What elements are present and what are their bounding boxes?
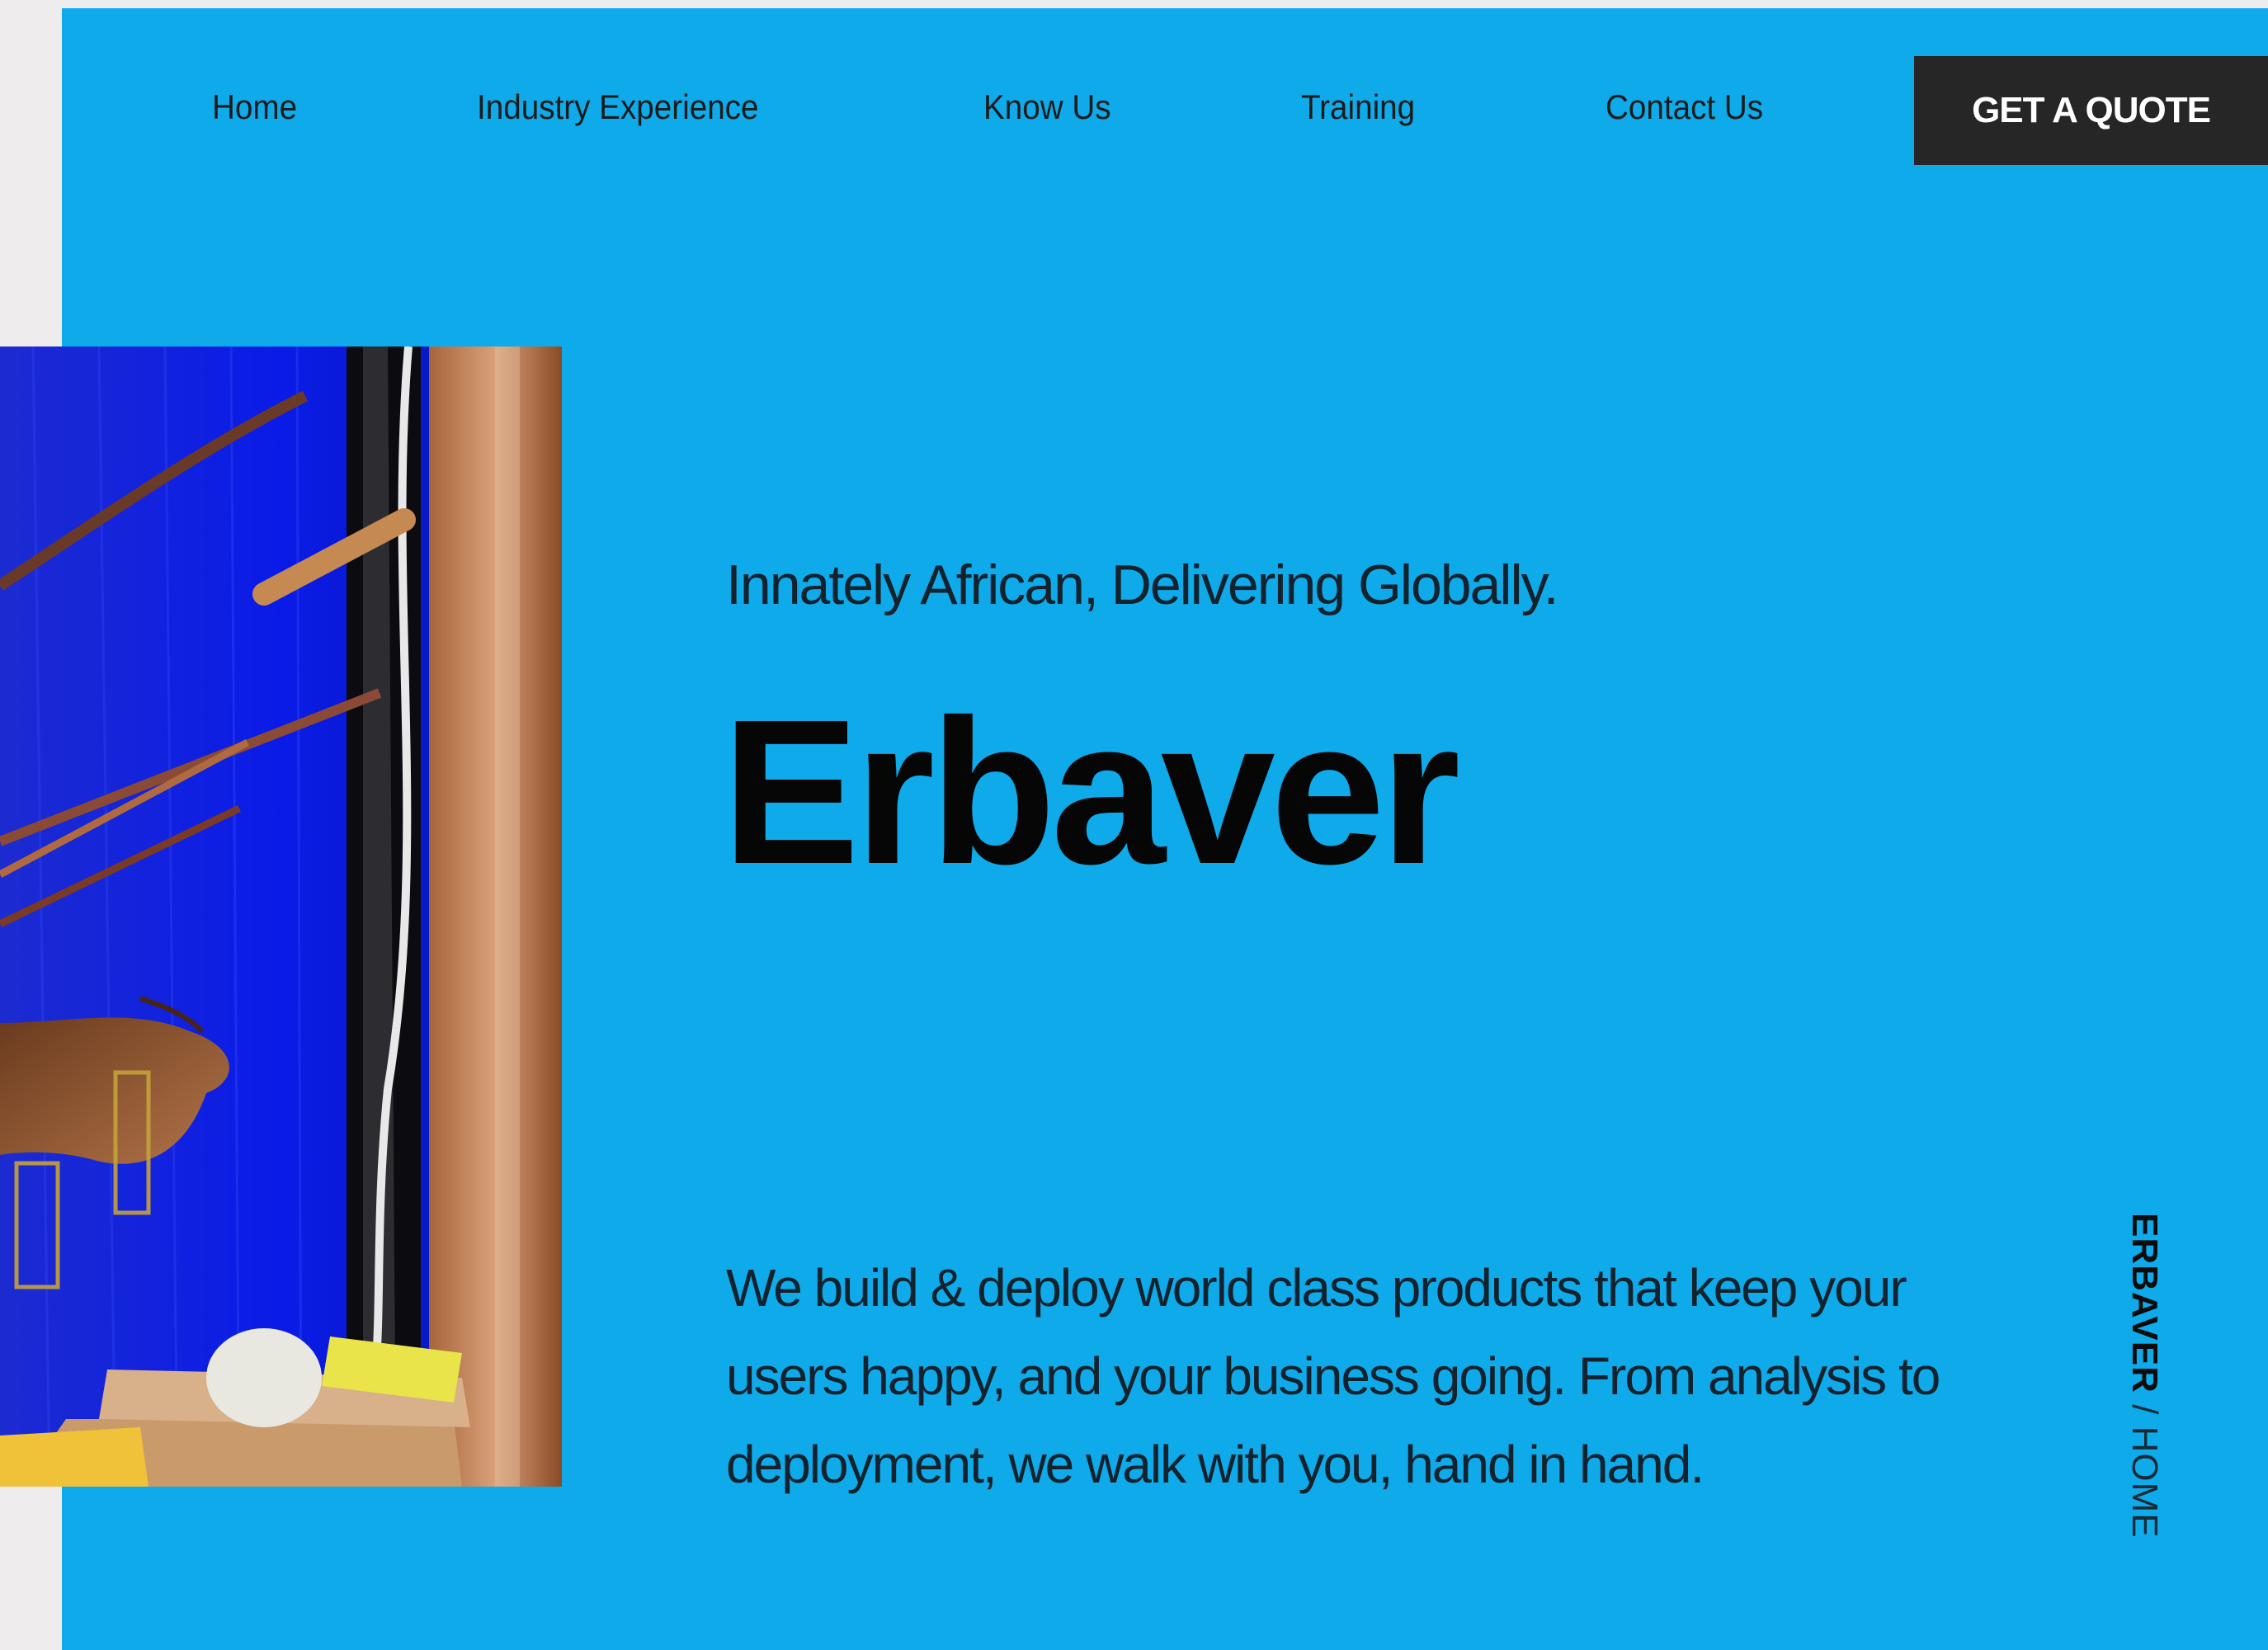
hero-image — [0, 346, 562, 1487]
breadcrumb-brand[interactable]: ERBAVER — [2124, 1213, 2165, 1393]
nav-contact-us[interactable]: Contact Us — [1606, 82, 1763, 132]
nav-training[interactable]: Training — [1301, 82, 1415, 132]
hero-tagline: Innately African, Delivering Globally. — [726, 554, 1558, 616]
nav-home[interactable]: Home — [212, 82, 297, 132]
get-a-quote-button[interactable]: GET A QUOTE — [1914, 56, 2268, 165]
breadcrumb: ERBAVER / HOME — [2112, 1213, 2178, 1539]
hero-brand-title: Erbaver — [722, 676, 1460, 907]
hero-description: We build & deploy world class products t… — [726, 1258, 1940, 1494]
nav-industry-experience[interactable]: Industry Experience — [477, 82, 759, 132]
breadcrumb-current-page: HOME — [2124, 1426, 2165, 1539]
nav-know-us[interactable]: Know Us — [983, 82, 1111, 132]
breadcrumb-separator: / — [2124, 1393, 2165, 1426]
